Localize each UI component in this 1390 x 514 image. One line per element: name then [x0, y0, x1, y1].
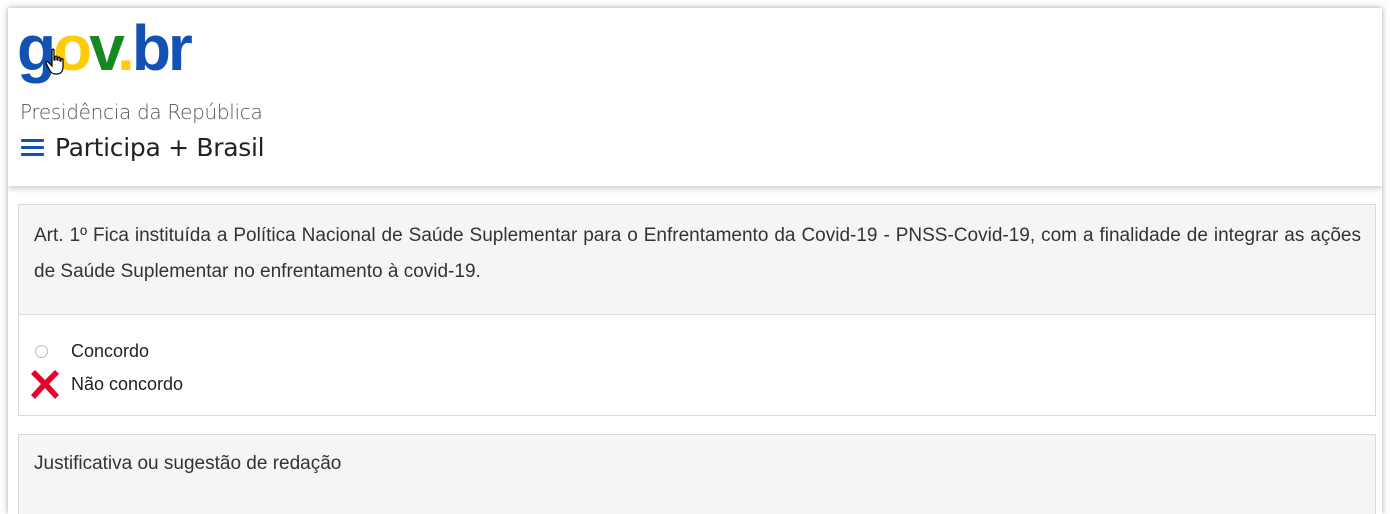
hamburger-menu-icon[interactable]	[21, 137, 45, 157]
logo-letter-v: v	[89, 12, 120, 84]
radio-button[interactable]	[35, 345, 48, 358]
site-header: gov.br Presidência da República Particip…	[8, 8, 1382, 186]
hand-pointer-icon	[45, 48, 64, 75]
option-nao-concordo[interactable]: Não concordo	[19, 370, 419, 399]
article-text: Art. 1º Fica instituída a Política Nacio…	[19, 205, 1375, 315]
site-title[interactable]: Participa + Brasil	[55, 133, 265, 162]
red-x-icon[interactable]	[27, 367, 63, 403]
organization-name: Presidência da República	[20, 100, 263, 124]
logo-dot: .	[117, 12, 135, 84]
option-label: Não concordo	[71, 374, 184, 394]
article-card: Art. 1º Fica instituída a Política Nacio…	[18, 204, 1376, 416]
page-frame: gov.br Presidência da República Particip…	[8, 8, 1382, 514]
justification-card[interactable]: Justificativa ou sugestão de redação	[18, 434, 1376, 514]
logo-letters-br: br	[131, 12, 193, 84]
option-label: Concordo	[71, 341, 150, 361]
option-concordo[interactable]: Concordo	[19, 338, 419, 366]
justification-label: Justificativa ou sugestão de redação	[34, 453, 342, 474]
site-nav: Participa + Brasil	[21, 132, 265, 162]
vote-options: Concordo Não concordo	[19, 316, 1375, 415]
govbr-logo[interactable]: gov.br	[17, 16, 193, 86]
